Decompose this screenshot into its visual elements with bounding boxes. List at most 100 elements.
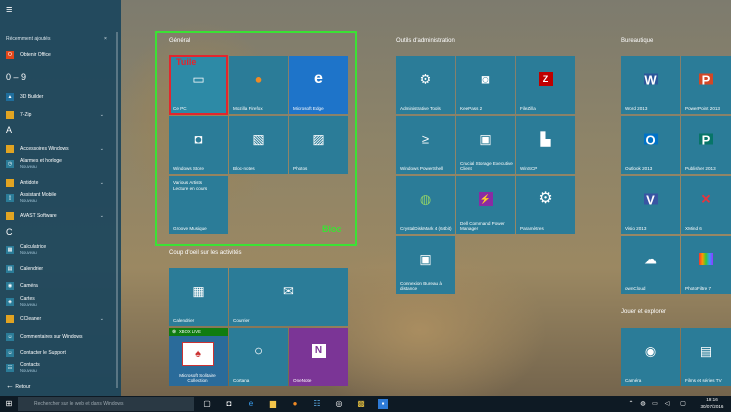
tile-label: Microsoft Solitaire Collection xyxy=(179,373,216,383)
battery-status-icon[interactable]: ▭ xyxy=(650,399,660,409)
edge-icon[interactable]: e xyxy=(246,399,256,409)
tile-label: Paramètres xyxy=(520,226,544,231)
tile-label: XMind 6 xyxy=(685,226,702,231)
tile-parametres[interactable]: ⚙ Paramètres xyxy=(516,176,575,234)
group-title-activities[interactable]: Coup d'oeil sur les activités xyxy=(169,250,242,256)
tile-owncloud[interactable]: ☁ ownCloud xyxy=(621,236,680,294)
app-item-accessoires-windows[interactable]: Accessoires Windows ⌄ xyxy=(6,145,114,153)
app-item-camera[interactable]: ◉ Caméra xyxy=(6,282,114,290)
tile-visio[interactable]: V Visio 2013 xyxy=(621,176,680,234)
app-item-alarmes[interactable]: ◷ Alarmes et horloge Nouveau xyxy=(6,158,114,170)
tile-word[interactable]: W Word 2013 xyxy=(621,56,680,114)
file-explorer-icon[interactable]: ▆ xyxy=(268,399,278,409)
notification-icon[interactable]: ▢ xyxy=(678,399,688,409)
back-button[interactable]: ← Retour xyxy=(6,381,30,390)
app-item-contacter-support[interactable]: ☺ Contacter le Support xyxy=(6,349,114,357)
tile-label: Outlook 2013 xyxy=(625,166,653,171)
task-view-icon[interactable]: ▢ xyxy=(202,399,212,409)
chevron-up-icon[interactable]: ⌃ xyxy=(626,399,636,409)
tile-winscp[interactable]: ▙ WinSCP xyxy=(516,116,575,174)
tile-dell-power-manager[interactable]: ⚡ Dell Command Power Manager xyxy=(456,176,515,234)
tile-cortana[interactable]: ○ Cortana xyxy=(229,328,288,386)
tile-powershell[interactable]: ≥ Windows PowerShell xyxy=(396,116,455,174)
store-icon[interactable]: ◘ xyxy=(224,399,234,409)
clock[interactable]: 19:16 30/07/2016 xyxy=(696,397,728,410)
back-label: Retour xyxy=(15,384,31,390)
calendar-icon: ▤ xyxy=(6,265,14,273)
app-item-avast[interactable]: AVAST Software ⌄ xyxy=(6,212,114,220)
tile-label: Dell Command Power Manager xyxy=(460,221,505,231)
app-item-ccleaner[interactable]: CCleaner ⌄ xyxy=(6,315,114,323)
windows-start-icon[interactable]: ⊞ xyxy=(4,399,14,409)
folder-icon xyxy=(6,212,14,220)
recent-close-icon[interactable]: × xyxy=(104,36,107,42)
tile-crystaldiskmark[interactable]: ◍ CrystalDiskMark 4 (64bit) xyxy=(396,176,455,234)
app-list-scrollbar[interactable] xyxy=(116,32,118,388)
app-item-calculatrice[interactable]: ▦ Calculatrice Nouveau xyxy=(6,244,114,256)
tile-onenote[interactable]: N OneNote xyxy=(289,328,348,386)
mail-icon: ✉ xyxy=(283,283,294,299)
tile-outlook[interactable]: O Outlook 2013 xyxy=(621,116,680,174)
app-item-7zip[interactable]: 7-Zip ⌄ xyxy=(6,111,114,119)
clock-icon: ◷ xyxy=(6,160,14,168)
app-item-calendrier[interactable]: ▤ Calendrier xyxy=(6,265,114,273)
tile-calendrier[interactable]: ▦ Calendrier xyxy=(169,268,228,326)
search-input[interactable]: Rechercher sur le web et dans Windows xyxy=(18,397,194,411)
cloud-icon: ☁ xyxy=(644,251,657,267)
bloc-annotation: Bloc xyxy=(322,224,342,234)
tile-films-series[interactable]: ▤ Films et séries TV xyxy=(681,328,731,386)
app-item-antidote[interactable]: Antidote ⌄ xyxy=(6,179,114,187)
remote-desktop-icon: ▣ xyxy=(419,251,432,267)
maps-icon: ◈ xyxy=(6,298,14,306)
tile-label: CrystalDiskMark 4 (64bit) xyxy=(400,226,452,231)
tile-solitaire[interactable]: XBOX LIVE ⊗ ♠ Microsoft Solitaire Collec… xyxy=(169,328,228,386)
winscp-icon: ▙ xyxy=(540,131,551,147)
tile-photofiltre[interactable]: PhotoFiltre 7 xyxy=(681,236,731,294)
tile-publisher[interactable]: P Publisher 2013 xyxy=(681,116,731,174)
photofiltre-taskbar-icon[interactable]: ▩ xyxy=(356,399,366,409)
app-taskbar-icon[interactable]: ▪ xyxy=(378,399,388,409)
tile-label: Publisher 2013 xyxy=(685,166,716,171)
tile-administrative-tools[interactable]: ⚙ Administrative Tools xyxy=(396,56,455,114)
office-icon: O xyxy=(6,51,14,59)
folder-icon xyxy=(6,315,14,323)
letter-header-c[interactable]: C xyxy=(6,227,13,237)
app-item-cartes[interactable]: ◈ Cartes Nouveau xyxy=(6,296,114,308)
tile-crucial-storage[interactable]: ▣ Crucial Storage Executive Client xyxy=(456,116,515,174)
clock-date: 30/07/2016 xyxy=(700,403,724,409)
people-icon[interactable]: ☷ xyxy=(312,399,322,409)
hamburger-menu-icon[interactable]: ≡ xyxy=(6,4,20,16)
tile-keepass[interactable]: ◙ KeePass 2 xyxy=(456,56,515,114)
app-item-contacts[interactable]: ☷ Contacts Nouveau xyxy=(6,362,114,374)
app-item-label: Obtenir Office xyxy=(20,52,51,58)
tile-camera[interactable]: ◉ Caméra xyxy=(621,328,680,386)
xbox-icon: ⊗ xyxy=(172,329,177,335)
group-title-play[interactable]: Jouer et explorer xyxy=(621,309,666,315)
network-icon[interactable]: ◍ xyxy=(638,399,648,409)
firefox-icon[interactable]: ● xyxy=(290,399,300,409)
letter-header-a[interactable]: A xyxy=(6,125,12,135)
battery-icon: ⚡ xyxy=(478,192,493,207)
media-icon[interactable]: ◎ xyxy=(334,399,344,409)
tile-courrier[interactable]: ✉ Courrier xyxy=(229,268,348,326)
lock-icon: ◙ xyxy=(481,71,490,87)
app-item-commentaires[interactable]: ☺ Commentaires sur Windows xyxy=(6,333,114,341)
tile-remote-desktop[interactable]: ▣ Connexion Bureau à distance xyxy=(396,236,455,294)
app-item-assistant-mobile[interactable]: ▯ Assistant Mobile Nouveau xyxy=(6,192,114,204)
letter-header-0-9[interactable]: 0 – 9 xyxy=(6,72,26,82)
tile-xmind[interactable]: ✕ XMind 6 xyxy=(681,176,731,234)
group-title-admin[interactable]: Outils d'administration xyxy=(396,38,455,44)
tile-label: Courrier xyxy=(233,318,250,323)
app-item-obtenir-office[interactable]: O Obtenir Office xyxy=(6,51,114,59)
group-title-office[interactable]: Bureautique xyxy=(621,38,653,44)
volume-icon[interactable]: ◁ xyxy=(662,399,672,409)
tile-filezilla[interactable]: Z FileZilla xyxy=(516,56,575,114)
start-app-list: ≡ Récemment ajoutés × O Obtenir Office 0… xyxy=(0,0,121,396)
tile-label: PhotoFiltre 7 xyxy=(685,286,712,291)
playing-cards-icon: ♠ xyxy=(182,342,214,366)
clapperboard-icon: ▤ xyxy=(699,343,713,359)
tile-powerpoint[interactable]: P PowerPoint 2013 xyxy=(681,56,731,114)
app-item-3d-builder[interactable]: ▲ 3D Builder xyxy=(6,93,114,101)
new-badge: Nouveau xyxy=(20,368,37,373)
powershell-icon: ≥ xyxy=(421,131,430,147)
